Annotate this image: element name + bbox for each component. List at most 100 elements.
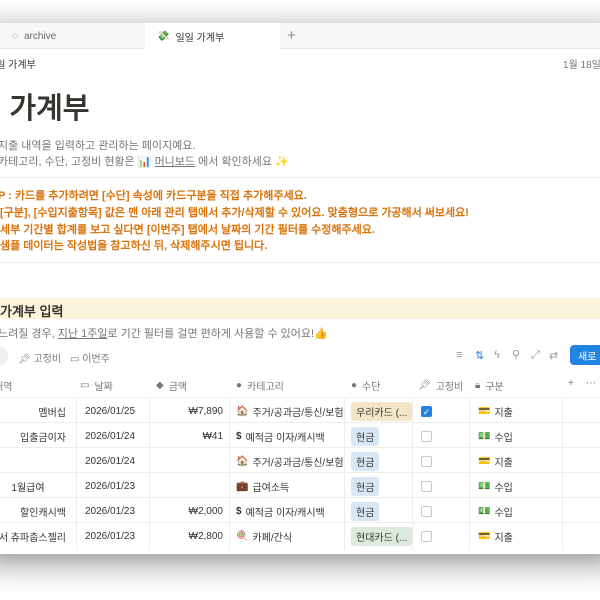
cell-name[interactable]: [0, 448, 77, 475]
cell-date[interactable]: 2026/01/25: [77, 398, 150, 425]
column-header-amount[interactable]: ◆ 금액: [156, 378, 187, 393]
new-tab-button[interactable]: +: [287, 27, 296, 44]
cell-date[interactable]: 2026/01/24: [77, 423, 150, 450]
cell-amount[interactable]: [150, 473, 230, 500]
cell-type[interactable]: 💳 지출: [470, 398, 563, 425]
pin-icon: 📌︎: [418, 380, 431, 391]
calendar-icon: ▭: [80, 380, 90, 391]
table-row[interactable]: 멤버십 2026/01/25 ₩7,890 🏠 주거/공과금/통신/보험 우리카드…: [0, 397, 600, 425]
view-tab-this-week[interactable]: ▭ 이번주: [70, 350, 110, 365]
cell-type[interactable]: 💵 수입: [470, 498, 563, 525]
section-title: 가계부 입력: [0, 304, 64, 319]
cell-name[interactable]: 서 츄파춥스젤리: [0, 523, 77, 550]
cell-category[interactable]: $ 예적금 이자/캐시백: [230, 423, 345, 450]
cell-amount[interactable]: ₩41: [150, 423, 230, 450]
cell-fixed[interactable]: [413, 423, 470, 450]
money-icon: 💸: [157, 30, 170, 42]
view-tab-active[interactable]: [0, 346, 8, 366]
cell-category[interactable]: 🍭 카페/간식: [230, 523, 345, 550]
cell-date[interactable]: 2026/01/23: [77, 473, 150, 500]
description-line: 카테고리, 수단, 고정비 현황은 📊 머니보드 에서 확인하세요 ✨: [0, 156, 289, 168]
add-column-button[interactable]: +: [568, 378, 574, 389]
cell-fixed[interactable]: [413, 448, 470, 475]
cell-amount[interactable]: ₩2,000: [150, 498, 230, 525]
tab-daily-ledger[interactable]: 💸 일일 가계부: [145, 23, 280, 49]
search-icon[interactable]: ⚲: [512, 348, 520, 361]
cell-category[interactable]: 🏠 주거/공과금/통신/보험: [230, 398, 345, 425]
cell-method[interactable]: 우리카드 (...: [345, 398, 413, 425]
cell-method[interactable]: 현금: [345, 498, 413, 525]
cell-method[interactable]: 현대카드 (...: [345, 523, 413, 550]
cell-type[interactable]: 💳 지출: [470, 523, 563, 550]
cell-category[interactable]: 💼 급여소득: [230, 473, 345, 500]
fixed-checkbox[interactable]: [421, 481, 432, 492]
fixed-checkbox[interactable]: [421, 531, 432, 542]
cell-date[interactable]: 2026/01/23: [77, 498, 150, 525]
cell-amount[interactable]: [150, 448, 230, 475]
breadcrumb[interactable]: 일일 가계부: [0, 56, 36, 71]
cell-name[interactable]: 할인캐시백: [0, 498, 77, 525]
cell-method[interactable]: 현금: [345, 448, 413, 475]
column-header-date[interactable]: ▭ 날짜: [80, 378, 113, 393]
new-button[interactable]: 새로 만들기: [570, 345, 600, 365]
view-tab-fixed[interactable]: 📌︎ 고정비: [18, 350, 61, 365]
cell-fixed[interactable]: [413, 473, 470, 500]
column-header-method[interactable]: ● 수단: [351, 378, 380, 393]
table-row[interactable]: 2026/01/24 🏠 주거/공과금/통신/보험 현금 💳 지출: [0, 447, 600, 475]
fixed-checkbox[interactable]: [421, 456, 432, 467]
cell-amount[interactable]: ₩2,800: [150, 523, 230, 550]
cell-name[interactable]: 멤버십: [0, 398, 77, 425]
chart-icon: 📊: [137, 156, 152, 168]
settings-icon[interactable]: ⇄: [549, 349, 558, 362]
cell-fixed[interactable]: [413, 498, 470, 525]
cell-name[interactable]: 1월급여: [0, 473, 77, 500]
automation-icon[interactable]: ϟ: [494, 349, 500, 361]
tab-archive[interactable]: ◌ archive: [0, 23, 145, 49]
table-row[interactable]: 1월급여 2026/01/23 💼 급여소득 현금 💵 수입: [0, 472, 600, 500]
cell-type[interactable]: 💵 수입: [470, 423, 563, 450]
cell-date[interactable]: 2026/01/24: [77, 448, 150, 475]
cell-type[interactable]: 💵 수입: [470, 473, 563, 500]
category-icon: 🏠: [236, 456, 249, 467]
type-icon: 💵: [478, 506, 491, 517]
cell-date[interactable]: 2026/01/23: [77, 523, 150, 550]
spinner-icon: ◌: [12, 30, 18, 42]
cell-fixed[interactable]: [413, 523, 470, 550]
table-row[interactable]: 할인캐시백 2026/01/23 ₩2,000 $ 예적금 이자/캐시백 현금 💵…: [0, 497, 600, 525]
divider: [0, 262, 600, 263]
tip-line: 샘플 데이터는 작성법을 참고하신 뒤, 삭제해주시면 됩니다.: [0, 240, 268, 252]
cell-method[interactable]: 현금: [345, 473, 413, 500]
cell-name[interactable]: 입출금이자: [0, 423, 77, 450]
fixed-checkbox[interactable]: [421, 431, 432, 442]
section-heading-band: [0, 298, 600, 319]
tip-line: [구분], [수입지출항목] 값은 맨 아래 관리 탭에서 추가/삭제할 수 있…: [0, 207, 469, 219]
table-row[interactable]: 서 츄파춥스젤리 2026/01/23 ₩2,800 🍭 카페/간식 현대카드 (…: [0, 522, 600, 550]
lock-icon: 🔒︎: [475, 380, 481, 391]
more-icon[interactable]: ⋯: [586, 378, 596, 389]
fixed-checkbox[interactable]: ✓: [421, 406, 432, 417]
column-header-category[interactable]: ● 카테고리: [236, 378, 284, 393]
method-tag: 현금: [351, 502, 380, 521]
column-header-fixed[interactable]: 📌︎ 고정비: [418, 378, 463, 393]
sort-icon[interactable]: ⇅: [475, 349, 484, 362]
type-icon: 💵: [478, 431, 491, 442]
cell-fixed[interactable]: ✓: [413, 398, 470, 425]
cell-type[interactable]: 💳 지출: [470, 448, 563, 475]
select-icon: ●: [351, 380, 358, 391]
type-icon: 💳: [478, 406, 491, 417]
cell-amount[interactable]: ₩7,890: [150, 398, 230, 425]
fixed-checkbox[interactable]: [421, 506, 432, 517]
column-header-name[interactable]: 내역: [0, 378, 12, 393]
filter-icon[interactable]: ≡: [456, 349, 462, 361]
table-row[interactable]: 입출금이자 2026/01/24 ₩41 $ 예적금 이자/캐시백 현금 💵 수입: [0, 422, 600, 450]
type-icon: 💵: [478, 481, 491, 492]
category-icon: $: [236, 506, 242, 517]
column-header-type[interactable]: 🔒︎ 구분: [475, 378, 504, 393]
cell-category[interactable]: $ 예적금 이자/캐시백: [230, 498, 345, 525]
cell-method[interactable]: 현금: [345, 423, 413, 450]
number-icon: ◆: [156, 380, 164, 391]
category-icon: 🍭: [236, 531, 249, 542]
cell-category[interactable]: 🏠 주거/공과금/통신/보험: [230, 448, 345, 475]
expand-icon[interactable]: ⤢: [531, 349, 540, 362]
moneyboard-link[interactable]: 머니보드: [155, 156, 195, 168]
